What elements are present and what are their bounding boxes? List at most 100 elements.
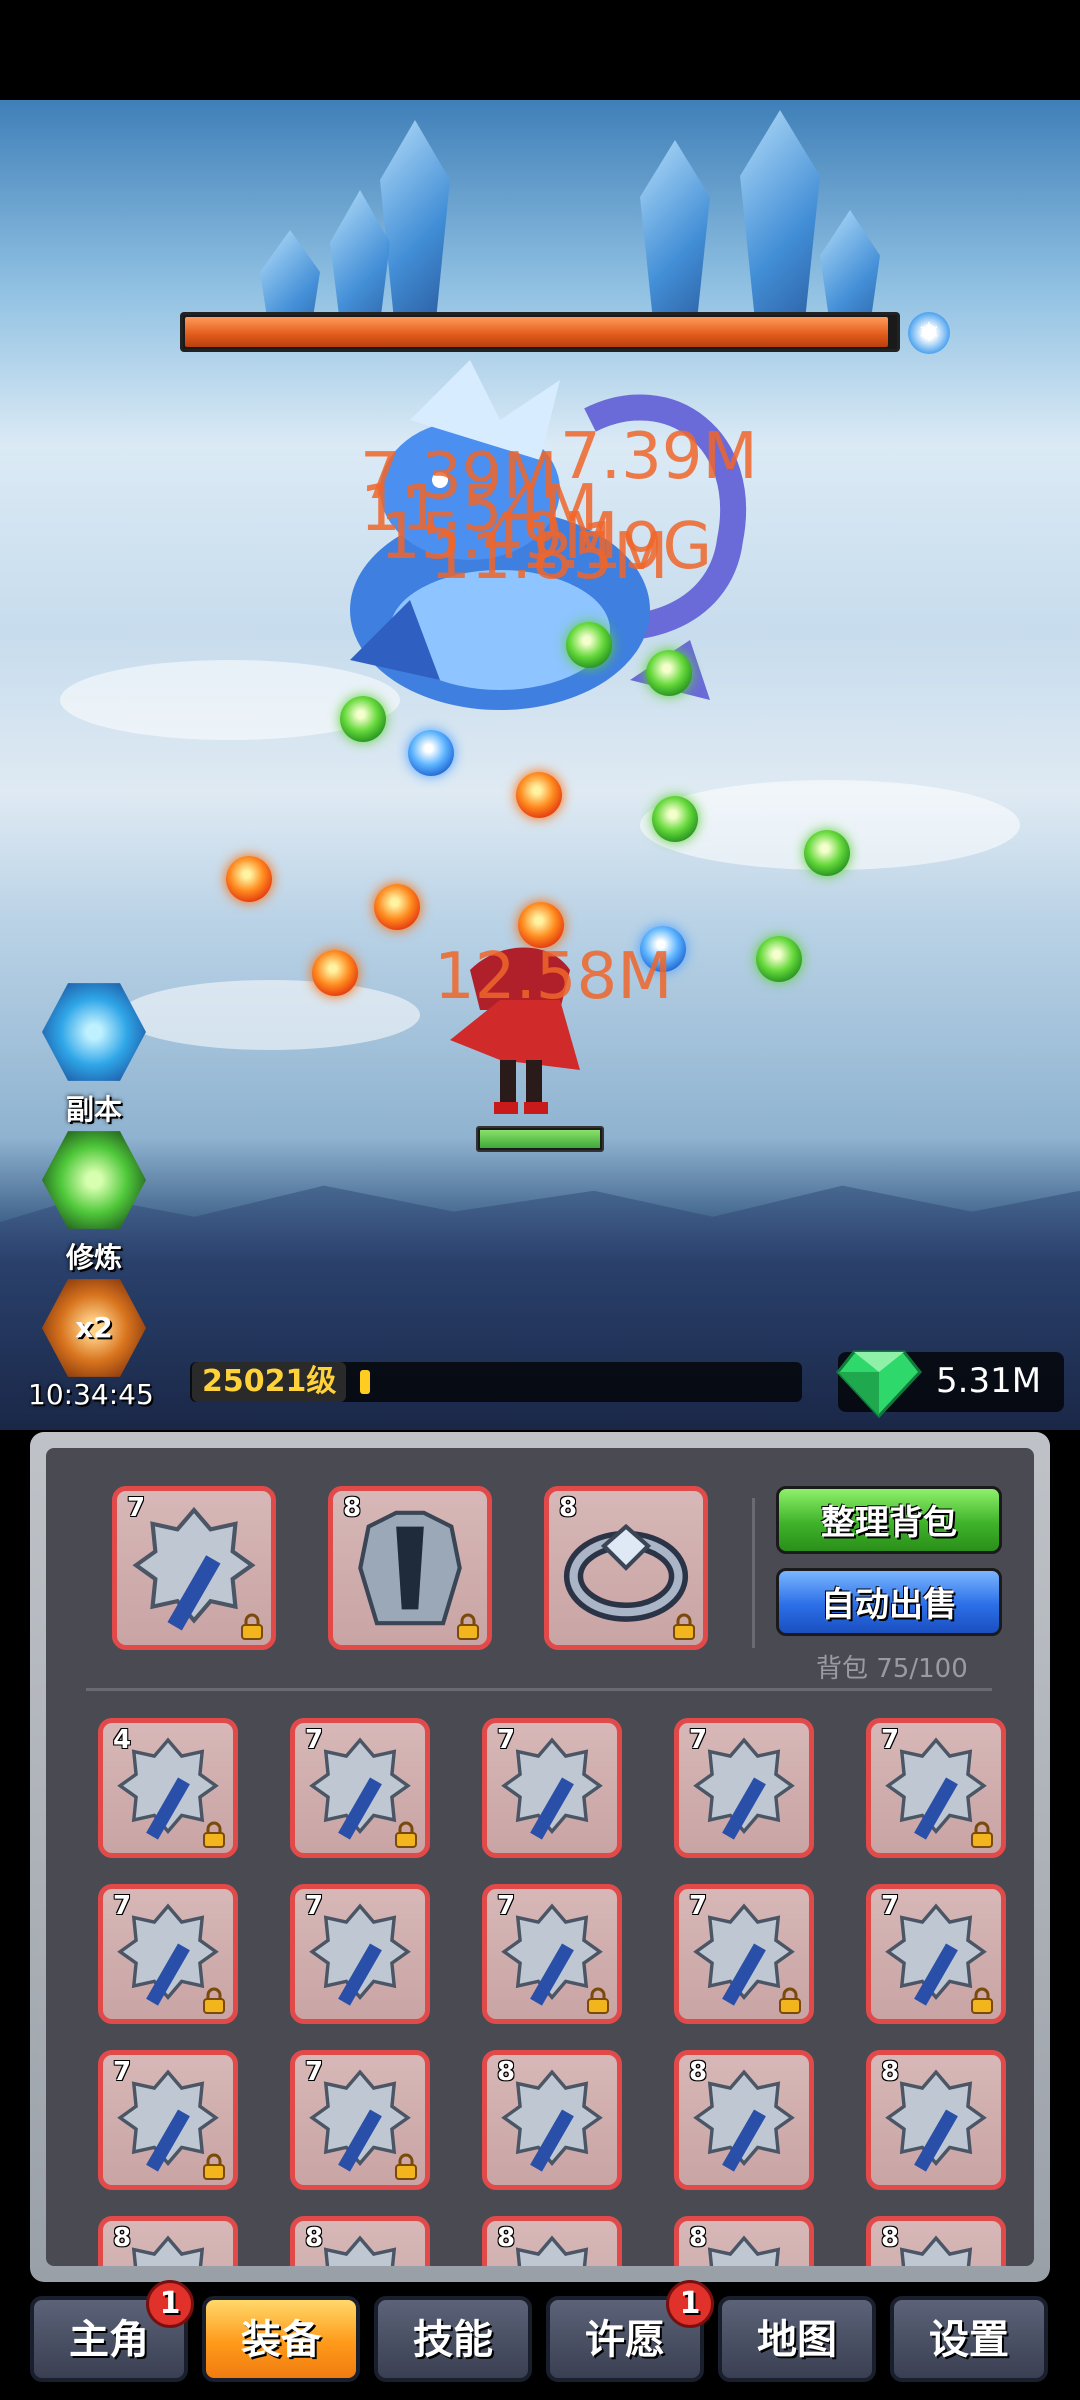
tab-wish[interactable]: 许愿 1 — [546, 2280, 714, 2382]
item-level: 7 — [113, 1891, 132, 1921]
vortex-icon — [42, 983, 146, 1081]
bag-item-slot[interactable]: 7 — [290, 1884, 430, 2024]
notification-badge: 1 — [146, 2280, 194, 2328]
tab-label: 地图 — [757, 2317, 837, 2363]
bag-item-slot[interactable]: 7 — [674, 1884, 814, 2024]
cultivate-button[interactable]: 修炼 — [40, 1128, 148, 1276]
vertical-divider — [752, 1498, 755, 1648]
bag-item-slot[interactable]: 8 — [482, 2050, 622, 2190]
battle-scene — [0, 100, 1080, 1430]
fire-orb — [312, 950, 358, 996]
lock-icon — [673, 1613, 695, 1640]
damage-number: 12.58M — [434, 940, 673, 1014]
double-boost-button[interactable]: x2 — [40, 1276, 148, 1380]
tab-label: 技能 — [413, 2317, 493, 2363]
tab-settings[interactable]: 设置 — [890, 2296, 1048, 2382]
tab-label: 装备 — [241, 2317, 321, 2363]
bag-item-slot[interactable]: 7 — [482, 1884, 622, 2024]
bag-item-slot[interactable]: 7 — [290, 1718, 430, 1858]
dungeon-label: 副本 — [65, 1093, 122, 1126]
item-level: 7 — [881, 1725, 900, 1755]
lock-icon — [971, 1987, 993, 2014]
tab-hero[interactable]: 主角 1 — [30, 2280, 194, 2382]
auto-sell-button[interactable]: 自动出售 — [776, 1568, 1002, 1636]
green-orb — [652, 796, 698, 842]
bag-item-slot[interactable]: 7 — [98, 1884, 238, 2024]
lock-icon — [971, 1821, 993, 1848]
bag-item-slot[interactable]: 8 — [98, 2216, 238, 2266]
equipped-weapon-slot[interactable]: 7 — [112, 1486, 276, 1650]
level-label: 25021级 — [192, 1362, 347, 1402]
tab-skills[interactable]: 技能 — [374, 2296, 532, 2382]
bag-item-slot[interactable]: 7 — [290, 2050, 430, 2190]
item-level: 7 — [497, 1725, 516, 1755]
lock-icon — [203, 1821, 225, 1848]
lock-icon — [457, 1613, 479, 1640]
notification-badge: 1 — [666, 2280, 714, 2328]
item-level: 8 — [305, 2223, 324, 2253]
damage-number: 1.19G — [520, 510, 713, 584]
bag-panel: 7 8 8 整理背包 自动出售 背包 75/100 4 7 7 7 7 7 7 … — [30, 1432, 1050, 2282]
item-level: 8 — [881, 2057, 900, 2087]
item-level: 4 — [113, 1725, 132, 1755]
equipped-armor-slot[interactable]: 8 — [328, 1486, 492, 1650]
bag-item-slot[interactable]: 8 — [866, 2050, 1006, 2190]
boost-timer: 10:34:45 — [28, 1378, 154, 1411]
hero-hp-fill — [480, 1130, 600, 1148]
lock-icon — [395, 2153, 417, 2180]
lock-icon — [203, 2153, 225, 2180]
bag-item-slot[interactable]: 8 — [290, 2216, 430, 2266]
item-level: 7 — [305, 2057, 324, 2087]
item-level: 8 — [689, 2057, 708, 2087]
ice-crystal — [380, 120, 450, 320]
bottom-nav: 主角 1 装备 技能 许愿 1 地图 设置 — [0, 2280, 1080, 2400]
fire-orb — [374, 884, 420, 930]
boss-hp-fill — [185, 317, 888, 347]
item-level: 7 — [305, 1725, 324, 1755]
boost-bag-icon: x2 — [42, 1279, 146, 1377]
ice-crystal — [640, 140, 710, 330]
item-level: 7 — [305, 1891, 324, 1921]
blue-orb — [408, 730, 454, 776]
green-orb — [340, 696, 386, 742]
bag-item-slot[interactable]: 4 — [98, 1718, 238, 1858]
bag-item-slot[interactable]: 8 — [674, 2216, 814, 2266]
tab-equipment[interactable]: 装备 — [202, 2296, 360, 2382]
sort-bag-button[interactable]: 整理背包 — [776, 1486, 1002, 1554]
bag-item-slot[interactable]: 8 — [866, 2216, 1006, 2266]
item-level: 8 — [689, 2223, 708, 2253]
lock-icon — [587, 1987, 609, 2014]
ice-element-icon: ❄ — [908, 312, 950, 354]
bag-item-slot[interactable]: 7 — [866, 1718, 1006, 1858]
tab-map[interactable]: 地图 — [718, 2296, 876, 2382]
tab-label: 许愿 — [585, 2317, 665, 2363]
cultivate-label: 修炼 — [65, 1241, 122, 1274]
bag-item-slot[interactable]: 7 — [482, 1718, 622, 1858]
item-level: 8 — [497, 2057, 516, 2087]
dungeon-button[interactable]: 副本 — [40, 980, 148, 1128]
tab-label: 设置 — [929, 2317, 1009, 2363]
item-level: 8 — [559, 1493, 578, 1523]
bag-item-slot[interactable]: 8 — [482, 2216, 622, 2266]
fire-orb — [226, 856, 272, 902]
bag-item-slot[interactable]: 7 — [98, 2050, 238, 2190]
item-level: 7 — [689, 1725, 708, 1755]
fire-orb — [516, 772, 562, 818]
item-level: 8 — [497, 2223, 516, 2253]
bag-item-slot[interactable]: 7 — [866, 1884, 1006, 2024]
green-orb — [566, 622, 612, 668]
item-level: 7 — [113, 2057, 132, 2087]
item-level: 7 — [881, 1891, 900, 1921]
hero-hp-bar — [476, 1126, 604, 1152]
bag-item-slot[interactable]: 7 — [674, 1718, 814, 1858]
bag-item-slot[interactable]: 8 — [674, 2050, 814, 2190]
spiral-icon — [42, 1131, 146, 1229]
lock-icon — [395, 1821, 417, 1848]
green-orb — [804, 830, 850, 876]
item-level: 8 — [881, 2223, 900, 2253]
emerald-gem-icon — [836, 1350, 922, 1419]
item-level: 8 — [113, 2223, 132, 2253]
ice-crystal — [740, 110, 820, 330]
equipped-ring-slot[interactable]: 8 — [544, 1486, 708, 1650]
lock-icon — [203, 1987, 225, 2014]
